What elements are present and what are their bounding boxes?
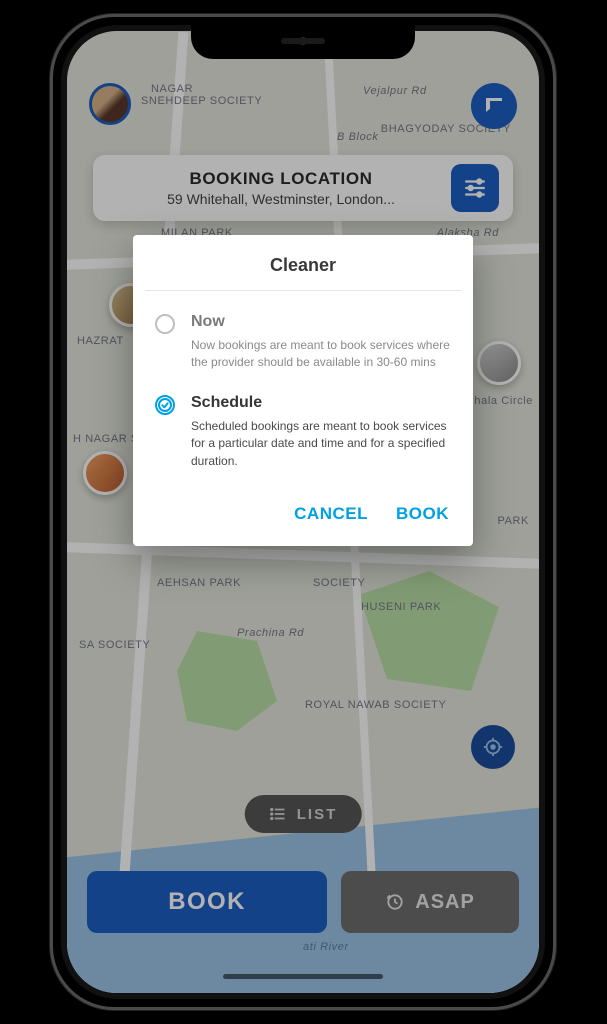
phone-bezel: NAGAR SNEHDEEP SOCIETY B Block BHAGYODAY…: [61, 25, 545, 999]
option-schedule-desc: Scheduled bookings are meant to book ser…: [191, 418, 451, 470]
modal-title: Cleaner: [133, 235, 473, 290]
option-schedule-title: Schedule: [191, 394, 451, 412]
modal-book-button[interactable]: BOOK: [396, 504, 449, 524]
modal-actions: CANCEL BOOK: [133, 470, 473, 532]
option-now-desc: Now bookings are meant to book services …: [191, 337, 451, 372]
radio-unchecked-icon: [155, 314, 175, 334]
cancel-button[interactable]: CANCEL: [294, 504, 368, 524]
phone-frame: NAGAR SNEHDEEP SOCIETY B Block BHAGYODAY…: [50, 14, 556, 1010]
screen: NAGAR SNEHDEEP SOCIETY B Block BHAGYODAY…: [67, 31, 539, 993]
option-now[interactable]: Now Now bookings are meant to book servi…: [133, 291, 473, 372]
option-schedule[interactable]: Schedule Scheduled bookings are meant to…: [133, 372, 473, 470]
option-now-title: Now: [191, 313, 451, 331]
booking-time-modal: Cleaner Now Now bookings are meant to bo…: [133, 235, 473, 546]
device-notch: [191, 25, 415, 59]
radio-checked-icon: [155, 395, 175, 415]
